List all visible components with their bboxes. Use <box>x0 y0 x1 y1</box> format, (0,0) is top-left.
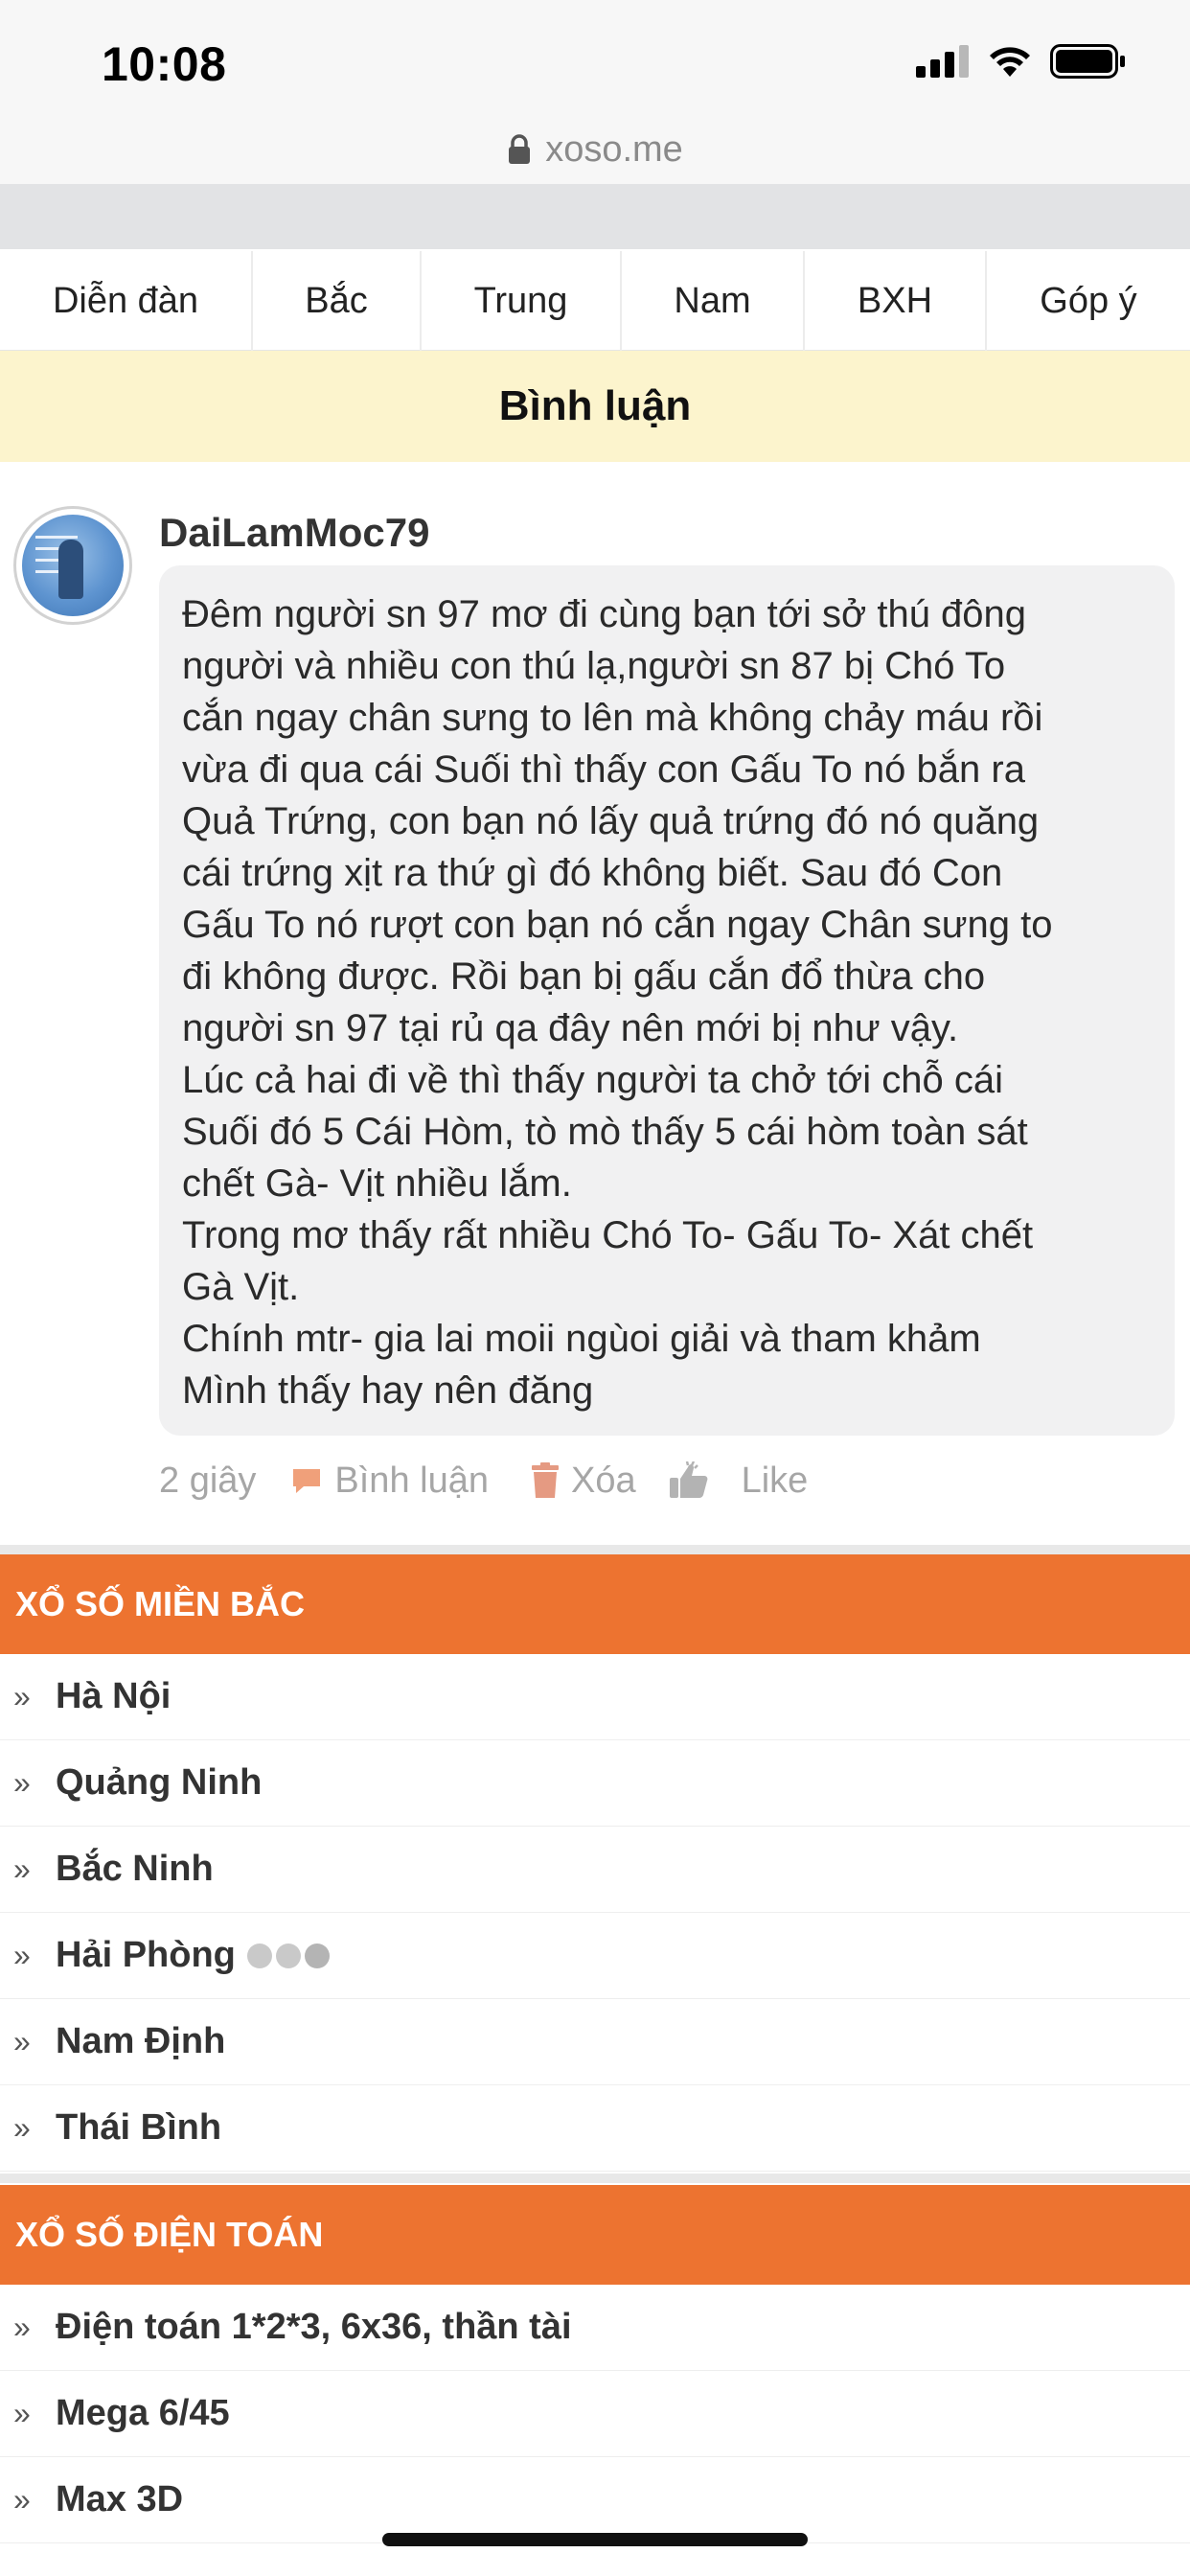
section-title: XỔ SỐ MIỀN BẮC <box>15 1584 306 1623</box>
list-item-quang-ninh[interactable]: » Quảng Ninh <box>0 1740 1190 1827</box>
comment-line: Trong mơ thấy rất nhiều Chó To- Gấu To- … <box>182 1214 1034 1256</box>
double-chevron-right-icon: » <box>13 2396 31 2430</box>
double-chevron-right-icon: » <box>13 2110 31 2145</box>
nav-bxh[interactable]: BXH <box>805 251 987 351</box>
comment-line: người và nhiều con thú lạ,người sn 87 bị… <box>182 645 1006 687</box>
status-icons <box>916 44 1127 79</box>
list-item-label: Hà Nội <box>56 1676 172 1716</box>
nav-bac[interactable]: Bắc <box>253 251 422 351</box>
toolbar-strip <box>0 184 1190 249</box>
nav-gop-y[interactable]: Góp ý <box>987 251 1190 351</box>
double-chevron-right-icon: » <box>13 1938 31 1972</box>
main-nav: Diễn đàn Bắc Trung Nam BXH Góp ý <box>0 251 1190 351</box>
speech-bubble-icon <box>293 1469 321 1493</box>
list-item-label: Nam Định <box>56 2021 226 2061</box>
comment-line: Đêm người sn 97 mơ đi cùng bạn tới sở th… <box>182 593 1027 635</box>
list-item-ha-noi[interactable]: » Hà Nội <box>0 1654 1190 1740</box>
comment-line: vừa đi qua cái Suối thì thấy con Gấu To … <box>182 748 1025 791</box>
comment-line: Mình thấy hay nên đăng <box>182 1369 594 1412</box>
double-chevron-right-icon: » <box>13 1679 31 1714</box>
list-item-mega[interactable]: » Mega 6/45 <box>0 2371 1190 2457</box>
double-chevron-right-icon: » <box>13 1852 31 1886</box>
double-chevron-right-icon: » <box>13 2482 31 2517</box>
comment-line: cái trứng xịt ra thứ gì đó không biết. S… <box>182 852 1003 894</box>
double-chevron-right-icon: » <box>13 2310 31 2344</box>
avatar[interactable] <box>13 506 132 625</box>
list-item-label: Hải Phòng <box>56 1935 236 1975</box>
section-divider <box>0 1545 1190 1554</box>
list-item-nam-dinh[interactable]: » Nam Định <box>0 1999 1190 2085</box>
double-chevron-right-icon: » <box>13 1765 31 1800</box>
loading-dots-icon <box>246 1943 330 1968</box>
list-item-max-3d[interactable]: » Max 3D <box>0 2457 1190 2543</box>
wifi-icon <box>990 47 1030 77</box>
reply-label: Bình luận <box>334 1460 489 1501</box>
trash-icon <box>531 1462 559 1498</box>
url-text: xoso.me <box>545 128 683 170</box>
list-item-label: Max 3D <box>56 2479 184 2519</box>
thumbs-up-icon <box>669 1461 707 1498</box>
delete-button[interactable]: Xóa <box>531 1460 636 1502</box>
address-bar[interactable]: xoso.me <box>0 115 1190 184</box>
comment-line: Suối đó 5 Cái Hòm, tò mò thấy 5 cái hòm … <box>182 1111 1028 1153</box>
status-bar: 10:08 <box>0 0 1190 129</box>
comments-header: Bình luận <box>0 351 1190 462</box>
comment-line: cắn ngay chân sưng to lên mà không chảy … <box>182 697 1043 739</box>
list-item-hai-phong[interactable]: » Hải Phòng <box>0 1913 1190 1999</box>
game-list-dien-toan: » Điện toán 1*2*3, 6x36, thần tài » Mega… <box>0 2285 1190 2543</box>
section-title: XỔ SỐ ĐIỆN TOÁN <box>15 2215 324 2254</box>
like-button[interactable]: Like <box>669 1460 809 1502</box>
region-list-mien-bac: » Hà Nội » Quảng Ninh » Bắc Ninh » Hải P… <box>0 1654 1190 2172</box>
section-header-mien-bac: XỔ SỐ MIỀN BẮC <box>0 1554 1190 1654</box>
status-time: 10:08 <box>102 37 227 91</box>
like-label: Like <box>741 1460 809 1501</box>
home-indicator[interactable] <box>382 2533 808 2546</box>
comment-line: Lúc cả hai đi về thì thấy người ta chở t… <box>182 1059 1004 1101</box>
comments-title: Bình luận <box>498 382 692 429</box>
section-divider <box>0 2174 1190 2183</box>
comment-line: Gấu To nó rượt con bạn nó cắn ngay Chân … <box>182 904 1053 946</box>
comment-line: chết Gà- Vịt nhiều lắm. <box>182 1162 572 1205</box>
list-item-label: Điện toán 1*2*3, 6x36, thần tài <box>56 2307 572 2347</box>
double-chevron-right-icon: » <box>13 2024 31 2058</box>
comment-line: Chính mtr- gia lai moii ngùoi giải và th… <box>182 1318 981 1360</box>
nav-nam[interactable]: Nam <box>622 251 805 351</box>
delete-label: Xóa <box>570 1460 636 1501</box>
comment-bubble: Đêm người sn 97 mơ đi cùng bạn tới sở th… <box>159 565 1175 1436</box>
nav-dien-dan[interactable]: Diễn đàn <box>0 251 253 351</box>
list-item-label: Mega 6/45 <box>56 2393 230 2433</box>
comment-actions: 2 giây Bình luận Xóa Like <box>159 1453 808 1508</box>
list-item-label: Quảng Ninh <box>56 1762 263 1803</box>
comment-line: đi không được. Rồi bạn bị gấu cắn đổ thừ… <box>182 955 986 998</box>
signal-icon <box>916 45 969 78</box>
comment-time: 2 giây <box>159 1460 257 1501</box>
comment-line: Gà Vịt. <box>182 1266 300 1308</box>
comment-username[interactable]: DaiLamMoc79 <box>159 510 429 556</box>
section-header-dien-toan: XỔ SỐ ĐIỆN TOÁN <box>0 2185 1190 2285</box>
list-item-label: Thái Bình <box>56 2107 222 2148</box>
lock-icon <box>509 134 531 164</box>
battery-icon <box>1050 44 1125 79</box>
comment-line: người sn 97 tại rủ qa đây nên mới bị như… <box>182 1007 959 1049</box>
list-item-thai-binh[interactable]: » Thái Bình <box>0 2085 1190 2172</box>
reply-button[interactable]: Bình luận <box>290 1460 489 1502</box>
comment-line: Quả Trứng, con bạn nó lấy quả trứng đó n… <box>182 800 1040 842</box>
list-item-dien-toan[interactable]: » Điện toán 1*2*3, 6x36, thần tài <box>0 2285 1190 2371</box>
list-item-label: Bắc Ninh <box>56 1849 214 1889</box>
list-item-bac-ninh[interactable]: » Bắc Ninh <box>0 1827 1190 1913</box>
avatar-image <box>22 515 124 616</box>
nav-trung[interactable]: Trung <box>422 251 622 351</box>
